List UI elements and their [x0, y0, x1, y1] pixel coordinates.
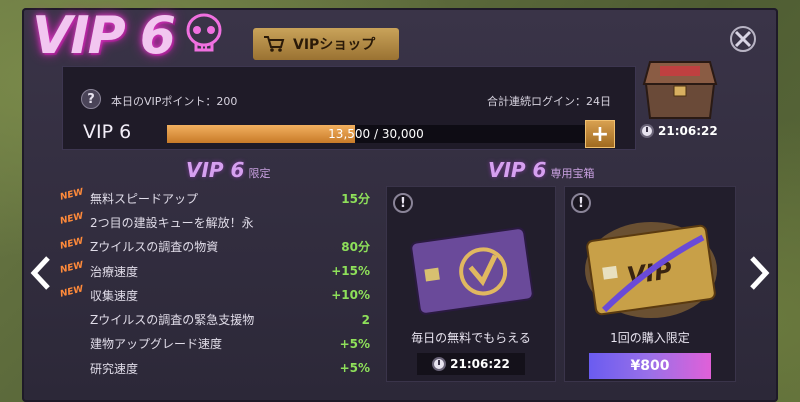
alert-icon[interactable]: !	[571, 193, 591, 213]
close-icon[interactable]	[728, 24, 758, 54]
perks-title-vip: VIP 6	[186, 158, 245, 182]
vip-shop-tab-label: VIPショップ	[293, 37, 376, 53]
perk-row: 建物アップグレード速度 +5%	[62, 332, 380, 356]
perk-value: +15%	[331, 264, 370, 279]
vip-level-label: VIP 6	[83, 121, 132, 143]
purchase-button[interactable]: ¥800	[589, 353, 711, 379]
perk-row: NEW 収集速度 +10%	[59, 283, 380, 307]
perk-value: +5%	[339, 336, 370, 351]
perk-label: Zウイルスの調査の物資	[90, 240, 219, 255]
new-badge: NEW	[59, 211, 85, 228]
new-badge: NEW	[59, 260, 85, 276]
perk-value: +10%	[331, 288, 370, 303]
consecutive-login-days: 合計連続ログイン：24日	[487, 95, 611, 108]
clock-icon	[640, 124, 654, 138]
paid-chest-label: 1回の購入限定	[610, 331, 690, 345]
new-badge: NEW	[59, 284, 85, 300]
perk-row: NEW 無料スピードアップ 15分	[59, 186, 380, 210]
perk-row: NEW Zウイルスの調査の物資 80分	[59, 235, 380, 259]
chevron-right-icon[interactable]	[748, 255, 770, 291]
perk-label: 無料スピードアップ	[90, 191, 199, 206]
free-chest-label: 毎日の無料でもらえる	[411, 331, 531, 345]
new-badge: NEW	[59, 235, 85, 252]
free-vip-card-image	[410, 227, 534, 315]
free-chest-card[interactable]: ! 毎日の無料でもらえる 21:06:22	[386, 186, 556, 382]
perk-label: 研究速度	[90, 361, 139, 376]
paid-chest-card[interactable]: ! VIP 1回の購入限定 ¥800	[564, 186, 736, 382]
perk-row: NEW 2つ目の建設キューを解放！永	[59, 210, 380, 234]
new-badge: NEW	[59, 187, 85, 203]
vip-logo-text: VIP 6	[32, 6, 176, 66]
paid-vip-card-image: VIP	[585, 222, 717, 318]
skull-icon	[186, 13, 222, 52]
chest-timer-text: 21:06:22	[658, 124, 718, 138]
help-icon[interactable]: ?	[81, 89, 101, 109]
vip-progress-panel: ? 本日のVIPポイント：200 合計連続ログイン：24日 VIP 6 13,5…	[62, 66, 636, 150]
perk-label: 収集速度	[90, 288, 139, 303]
perk-label: 2つ目の建設キューを解放！永	[90, 215, 254, 230]
daily-vip-points: 本日のVIPポイント：200	[111, 95, 238, 108]
perk-list: NEW 無料スピードアップ 15分 NEW 2つ目の建設キューを解放！永 NEW Zウイルス…	[59, 186, 380, 396]
alert-icon[interactable]: !	[393, 193, 413, 213]
perk-label: Zウイルスの調査の緊急支援物	[90, 313, 255, 328]
price-label: ¥800	[630, 358, 670, 374]
chevron-left-icon[interactable]	[30, 255, 52, 291]
chests-title-suffix: 専用宝箱	[550, 167, 595, 180]
free-chest-timer: 21:06:22	[417, 353, 525, 375]
perk-value: 15分	[341, 191, 370, 206]
perk-row: NEW 治療速度 +15%	[59, 259, 380, 283]
chests-title-vip: VIP 6	[488, 158, 547, 182]
perks-section-title: VIP 6 限定	[186, 158, 270, 182]
chest-timer: 21:06:22	[640, 124, 718, 138]
vip-progress-text: 13,500 / 30,000	[328, 127, 424, 141]
clock-icon	[432, 357, 447, 371]
perk-value: 80分	[341, 240, 370, 255]
perk-row: 研究速度 +5%	[62, 356, 380, 380]
perk-label: 治療速度	[90, 264, 139, 279]
perk-label: 建物アップグレード速度	[90, 337, 223, 352]
perk-value: +5%	[339, 361, 370, 376]
cart-icon	[264, 36, 285, 52]
vip-progress-bar: 13,500 / 30,000	[167, 125, 585, 143]
plus-icon: +	[590, 121, 610, 147]
vip-chest-image[interactable]	[640, 56, 720, 122]
free-chest-timer-text: 21:06:22	[450, 357, 510, 371]
chests-section-title: VIP 6 専用宝箱	[488, 158, 594, 182]
vip-shop-tab[interactable]: VIPショップ	[253, 28, 399, 60]
add-vip-points-button[interactable]: +	[585, 120, 615, 148]
perk-row: Zウイルスの調査の緊急支援物 2	[62, 307, 380, 331]
perks-title-suffix: 限定	[248, 167, 271, 180]
perk-value: 2	[361, 312, 370, 327]
